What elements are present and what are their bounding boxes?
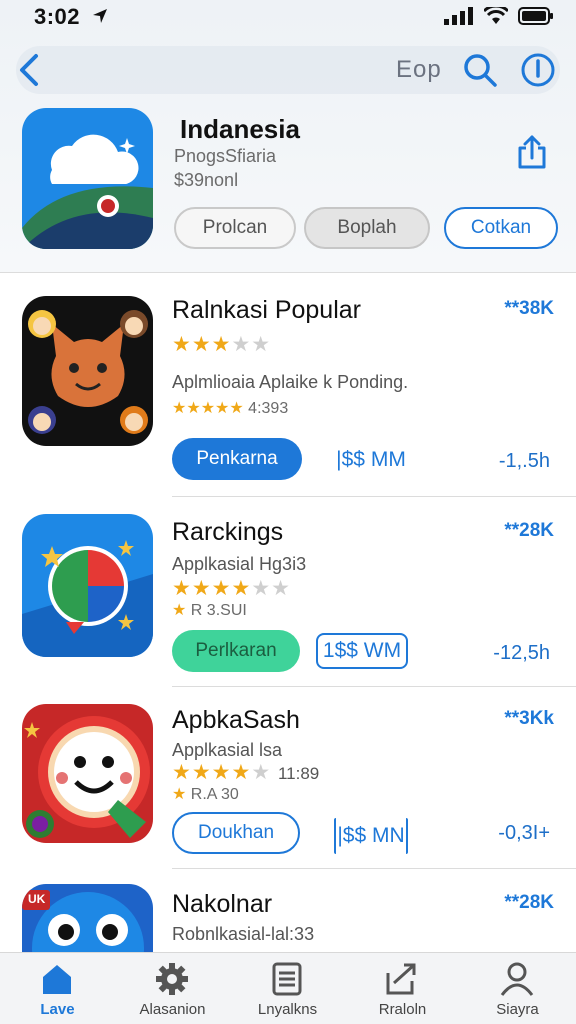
star-rating: ★★★★★★ xyxy=(172,577,291,600)
featured-price: $39nonl xyxy=(174,170,239,190)
tab-label: Alasanion xyxy=(139,1001,206,1018)
location-arrow-icon xyxy=(93,9,107,23)
share-icon[interactable] xyxy=(514,134,550,170)
tab-label: Siayra xyxy=(496,1001,539,1018)
download-box-icon xyxy=(386,963,416,995)
navigation-bar: Eop xyxy=(0,38,576,102)
price-button[interactable]: |$$ MN xyxy=(334,818,408,854)
app-subtitle: Robnlkasial-lal:33 xyxy=(172,924,315,944)
status-bar: 3:02 xyxy=(0,0,576,34)
featured-title: Indanesia xyxy=(180,114,300,144)
app-name: Nakolnar xyxy=(172,890,273,918)
app-rating-line: ★ R.A 30 xyxy=(172,786,239,803)
document-icon xyxy=(272,962,302,996)
app-icon-smiley xyxy=(22,704,153,843)
tab-settings[interactable]: Alasanion xyxy=(115,953,230,1024)
price-button[interactable]: |$$ MM xyxy=(330,442,412,478)
row-divider xyxy=(172,686,576,687)
tab-label: Rraloln xyxy=(378,1001,427,1018)
tab-profile[interactable]: Siayra xyxy=(460,953,575,1024)
get-button[interactable]: Doukhan xyxy=(172,812,300,854)
tab-bar: Lave Alasanion Lnyalkns Rraloln Siayra xyxy=(0,952,576,1024)
section-divider xyxy=(0,272,576,273)
featured-subtitle: PnogsSfiaria xyxy=(174,146,277,166)
back-chevron-icon[interactable] xyxy=(14,50,44,90)
app-rating-line: ★ R 3.SUI xyxy=(172,602,247,619)
row-divider xyxy=(172,868,576,869)
app-icon-cat xyxy=(22,296,153,446)
price-button[interactable]: 1$$ WM xyxy=(316,633,408,669)
app-subtitle: Aplmlioaia Aplaike k Ponding. xyxy=(172,372,409,392)
app-rating-line: ★★★★★ 4:393 xyxy=(172,400,289,417)
tab-updates[interactable]: Rraloln xyxy=(345,953,460,1024)
search-icon[interactable] xyxy=(462,52,498,88)
get-button[interactable]: Penkarna xyxy=(172,438,302,480)
battery-icon xyxy=(518,7,553,25)
app-name: Rarckings xyxy=(172,518,284,546)
app-icon-badge: UK xyxy=(28,892,46,906)
tab-label: Lnyalkns xyxy=(257,1001,318,1018)
tab-home[interactable]: Lave xyxy=(0,953,115,1024)
app-name: ApbkaSash xyxy=(172,706,300,734)
status-icons xyxy=(444,6,554,26)
featured-button-1[interactable]: Prolcan xyxy=(174,207,296,249)
app-subtitle: Applkasial Hg3i3 xyxy=(172,554,307,574)
size-text: -1,.5h xyxy=(498,450,550,472)
row-divider xyxy=(172,496,576,497)
app-subtitle: Applkasial lsa xyxy=(172,740,283,760)
size-text: -0,3I+ xyxy=(498,822,550,844)
app-rank: **3Kk xyxy=(504,708,554,729)
star-rating: ★★★★★ 11:89 xyxy=(172,761,320,784)
wifi-icon xyxy=(484,7,508,24)
app-icon-ranking xyxy=(22,514,153,657)
featured-button-2[interactable]: Boplah xyxy=(304,207,430,249)
signal-icon xyxy=(444,7,473,25)
get-button[interactable]: Perlkaran xyxy=(172,630,300,672)
app-name: Ralnkasi Popular xyxy=(172,296,361,324)
info-icon[interactable] xyxy=(520,52,556,88)
featured-app-icon[interactable] xyxy=(22,108,153,249)
home-icon xyxy=(43,965,71,994)
app-rank: **28K xyxy=(504,892,554,913)
size-text: -12,5h xyxy=(493,642,550,664)
person-icon xyxy=(500,962,534,996)
featured-button-3[interactable]: Cotkan xyxy=(444,207,558,249)
app-rank: **38K xyxy=(504,298,554,319)
nav-label: Eop xyxy=(396,56,442,83)
app-rank: **28K xyxy=(504,520,554,541)
gear-icon xyxy=(156,963,188,995)
star-rating: ★★★★★ xyxy=(172,333,272,356)
tab-list[interactable]: Lnyalkns xyxy=(230,953,345,1024)
tab-label: Lave xyxy=(40,1001,75,1018)
status-time: 3:02 xyxy=(34,4,81,29)
